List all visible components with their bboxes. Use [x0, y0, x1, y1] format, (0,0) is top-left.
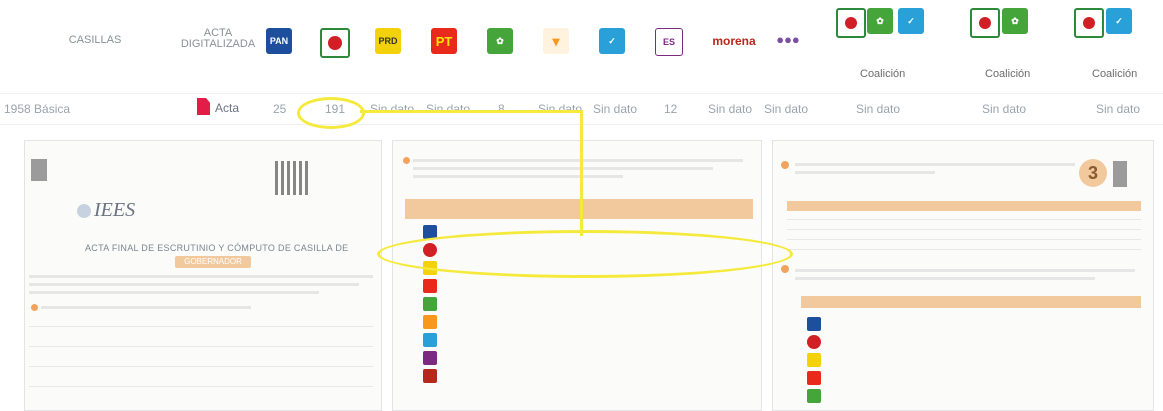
votes-table-header [405, 199, 753, 219]
coalition3-na-icon: ✓ [1106, 8, 1132, 34]
qr-code-icon [275, 161, 309, 195]
acta-title: ACTA FINAL DE ESCRUTINIO Y CÓMPUTO DE CA… [85, 243, 349, 253]
results-header: CASILLAS ACTA DIGITALIZADA PAN PRD PT ✿ … [0, 0, 1163, 92]
iees-logo-text: IEES [94, 199, 136, 221]
page-number-badge: 3 [1079, 159, 1107, 187]
acta-header: ACTA DIGITALIZADA [178, 28, 258, 50]
orange-bullet-icon [781, 265, 789, 273]
candidates-table-header [801, 296, 1141, 308]
coalition3-pri-icon [1074, 8, 1104, 38]
casilla-header: CASILLAS [68, 34, 122, 46]
coalition1-na-icon: ✓ [898, 8, 924, 34]
registration-mark-icon [31, 159, 47, 181]
pt-mini-icon [423, 279, 437, 293]
highlight-connector-horizontal [360, 110, 582, 113]
acta-scan-right: 3 [772, 140, 1154, 411]
coalition2-pri-icon [970, 8, 1000, 38]
morena-mini-icon [423, 369, 437, 383]
value-morena: Sin dato [708, 102, 753, 116]
value-coalition1: Sin dato [856, 102, 901, 116]
registration-mark-icon [1113, 161, 1127, 187]
pan-mini-icon [807, 317, 821, 331]
coalition3-label: Coalición [1092, 68, 1138, 80]
pt-logo-icon: PT [431, 28, 457, 54]
mc-mini-icon [423, 315, 437, 329]
coalition1-pri-icon [836, 8, 866, 38]
pvem-mini-icon [423, 297, 437, 311]
value-pvem: 8 [498, 102, 505, 116]
value-pt: Sin dato [426, 102, 471, 116]
value-coalition3: Sin dato [1096, 102, 1141, 116]
gobernador-band-text: GOBERNADOR [184, 257, 242, 266]
value-mc: Sin dato [538, 102, 583, 116]
value-prd: Sin dato [370, 102, 415, 116]
pes-logo-icon: ES [655, 28, 683, 56]
gobernador-band: GOBERNADOR [175, 256, 251, 268]
value-coalition2: Sin dato [982, 102, 1027, 116]
pvem-mini-icon [807, 389, 821, 403]
es-logo-icon: ●●● [768, 26, 808, 52]
morena-logo-icon: morena [712, 34, 756, 48]
coalition1-pvem-icon: ✿ [867, 8, 893, 34]
orange-bullet-icon [31, 304, 38, 311]
value-na: Sin dato [593, 102, 638, 116]
orange-bullet-icon [781, 161, 789, 169]
value-pes: 12 [664, 102, 678, 116]
summary-table-header [787, 201, 1141, 211]
scan-highlight-oval [377, 230, 793, 278]
acta-button[interactable]: Acta [197, 98, 251, 118]
pdf-file-icon [197, 98, 210, 115]
pri-mini-icon [807, 335, 821, 349]
casilla-cell: 1958 Básica [4, 102, 71, 116]
coalition2-label: Coalición [985, 68, 1031, 80]
na-mini-icon [423, 333, 437, 347]
coalition2-pvem-icon: ✿ [1002, 8, 1028, 34]
pvem-logo-icon: ✿ [487, 28, 513, 54]
value-highlight-oval [297, 97, 365, 129]
value-es: Sin dato [764, 102, 809, 116]
acta-header-line2: DIGITALIZADA [180, 38, 256, 50]
pt-mini-icon [807, 371, 821, 385]
prd-logo-icon: PRD [375, 28, 401, 54]
orange-bullet-icon [403, 157, 410, 164]
acta-button-label: Acta [215, 101, 240, 115]
pan-logo-icon: PAN [266, 28, 292, 54]
value-pan: 25 [273, 102, 287, 116]
acta-scan-left: IEES ACTA FINAL DE ESCRUTINIO Y CÓMPUTO … [24, 140, 382, 411]
na-logo-icon: ✓ [599, 28, 625, 54]
iees-logo: IEES [77, 199, 135, 222]
highlight-connector-vertical [580, 110, 583, 236]
mc-logo-icon: ▾ [543, 28, 569, 54]
pri-logo-icon [320, 28, 350, 58]
page-number-text: 3 [1087, 163, 1098, 183]
pes-mini-icon [423, 351, 437, 365]
prd-mini-icon [807, 353, 821, 367]
coalition1-label: Coalición [860, 68, 906, 80]
